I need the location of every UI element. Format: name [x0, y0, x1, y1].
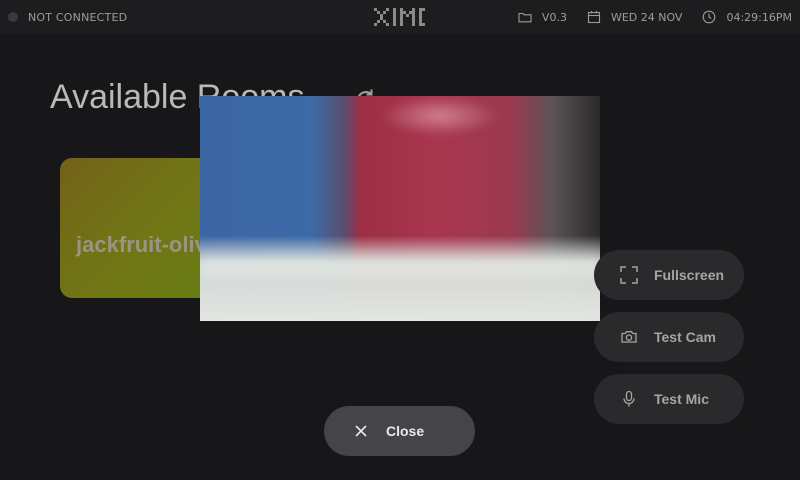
app-root: NOT CONNECTED V0.3 WED 24 NOV 04:29:16PM… [0, 0, 800, 480]
version-label: V0.3 [541, 10, 567, 24]
fullscreen-label: Fullscreen [654, 267, 725, 283]
date-item: WED 24 NOV [587, 10, 683, 24]
connection-status: NOT CONNECTED [8, 0, 127, 34]
date-label: WED 24 NOV [610, 10, 683, 24]
preview-surface [200, 246, 600, 276]
logo-icon [374, 8, 425, 26]
fullscreen-button[interactable]: Fullscreen [594, 250, 744, 300]
test-cam-label: Test Cam [654, 329, 716, 345]
time-label: 04:29:16PM [726, 10, 792, 24]
fullscreen-icon [620, 266, 638, 284]
test-mic-button[interactable]: Test Mic [594, 374, 744, 424]
room-name: jackfruit-olive [76, 232, 220, 257]
folder-icon [518, 12, 532, 23]
version-item: V0.3 [518, 10, 567, 24]
camera-preview [200, 96, 600, 321]
microphone-icon [620, 390, 638, 408]
camera-icon [620, 328, 638, 346]
test-cam-button[interactable]: Test Cam [594, 312, 744, 362]
connection-label: NOT CONNECTED [28, 10, 128, 24]
preview-highlight [380, 96, 500, 136]
close-label: Close [386, 423, 425, 439]
time-item: 04:29:16PM [702, 10, 792, 24]
ximi-logo [374, 8, 426, 29]
test-mic-label: Test Mic [654, 391, 709, 407]
calendar-icon [587, 11, 601, 24]
close-icon [354, 424, 368, 438]
status-bar: NOT CONNECTED V0.3 WED 24 NOV 04:29:16PM [0, 0, 800, 34]
connection-dot-icon [8, 12, 18, 22]
close-button[interactable]: Close [324, 406, 475, 456]
status-meta: V0.3 WED 24 NOV 04:29:16PM [518, 0, 792, 34]
clock-icon [703, 10, 716, 24]
